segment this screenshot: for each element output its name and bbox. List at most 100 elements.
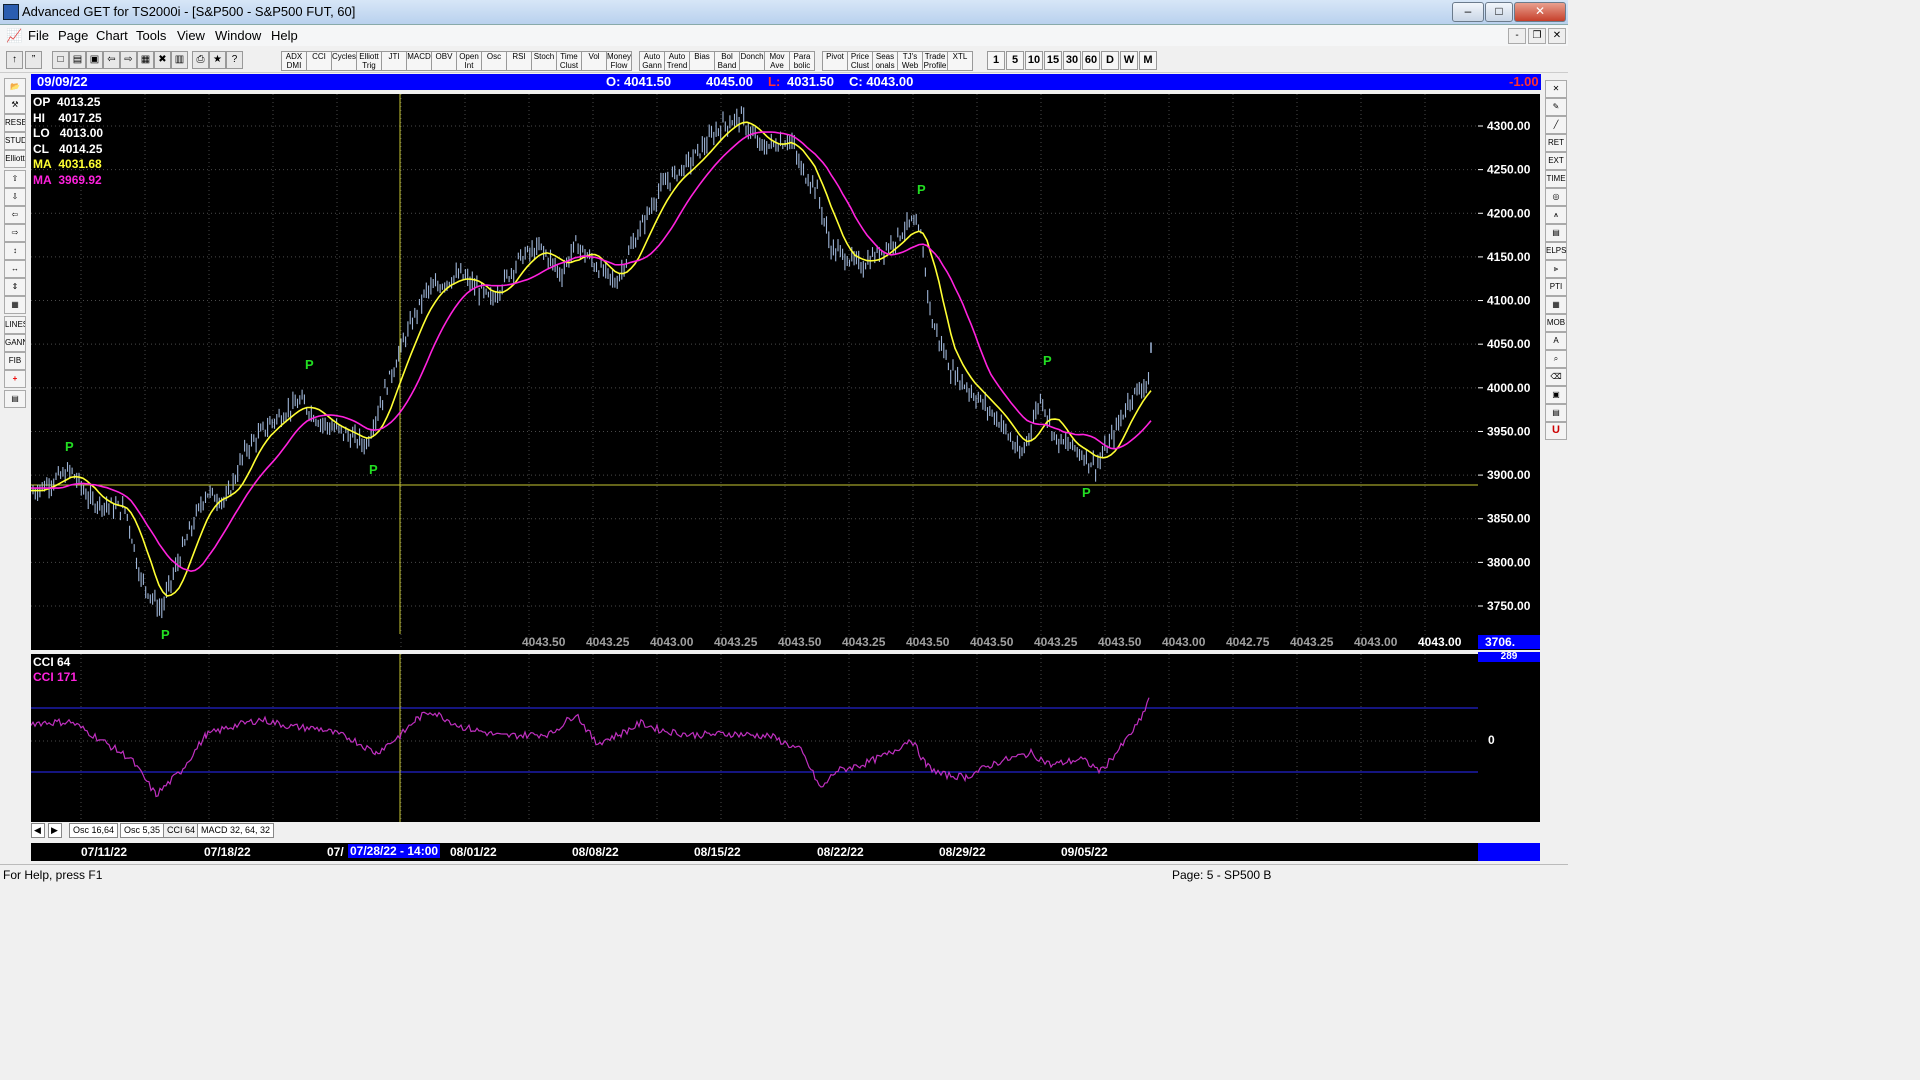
study-button[interactable]: Seas onals [872, 51, 898, 71]
delete-icon[interactable]: ✖ [154, 51, 171, 69]
study-button[interactable]: Cycles [331, 51, 357, 71]
menu-window[interactable]: Window [215, 28, 261, 43]
text-tool-icon[interactable]: A [1545, 332, 1567, 350]
timeframe-button[interactable]: 1 [987, 51, 1005, 70]
tab-scroll-left[interactable]: ◀ [31, 823, 45, 838]
pencil-icon[interactable]: ✎ [1545, 98, 1567, 116]
study-button[interactable]: Open Int [456, 51, 482, 71]
study-button[interactable]: Time Clust [556, 51, 582, 71]
tab-macd[interactable]: MACD 32, 64, 32 [197, 823, 275, 838]
menu-help[interactable]: Help [271, 28, 298, 43]
quote-tool-icon[interactable]: ” [25, 51, 42, 69]
mdi-close-button[interactable]: ✕ [1548, 28, 1566, 44]
timeframe-button[interactable]: 60 [1082, 51, 1100, 70]
cursor-tool-icon[interactable]: ↑ [6, 51, 23, 69]
study-button[interactable]: Donch [739, 51, 765, 71]
study-button[interactable]: Elliott Trig [356, 51, 382, 71]
price-axis[interactable]: 4300.00 4250.00 4200.00 4150.00 4100.00 4050.… [1478, 94, 1540, 650]
arrow-up-icon[interactable]: ⇧ [4, 170, 26, 188]
gann-icon[interactable]: GANN [4, 334, 26, 352]
maximize-button[interactable]: □ [1485, 2, 1513, 22]
calculator-icon[interactable]: ▣ [1545, 386, 1567, 404]
close-button[interactable]: ✕ [1514, 2, 1566, 22]
magnify-icon[interactable]: ⌕ [1545, 350, 1567, 368]
grid-toggle-icon[interactable]: ▦ [4, 296, 26, 314]
fib-icon[interactable]: FIB [4, 352, 26, 370]
study-button[interactable]: ADX DMI [281, 51, 307, 71]
timeframe-button[interactable]: D [1101, 51, 1119, 70]
new-icon[interactable]: □ [52, 51, 69, 69]
study-icon[interactable]: STUDY [4, 132, 26, 150]
elliott-icon[interactable]: Elliott [4, 150, 26, 168]
print-icon[interactable]: ⎙ [192, 51, 209, 69]
channel-icon[interactable]: ▤ [1545, 224, 1567, 242]
study-button[interactable]: OBV [431, 51, 457, 71]
arrow-left-icon[interactable]: ⇦ [4, 206, 26, 224]
study-button[interactable]: RSI [506, 51, 532, 71]
menu-view[interactable]: View [177, 28, 205, 43]
study-button[interactable]: Stoch [531, 51, 557, 71]
cci-panel[interactable]: CCI 64 CCI 171 [31, 654, 1478, 822]
expand-horizontal-icon[interactable]: ↔ [4, 260, 26, 278]
circle-icon[interactable]: ◎ [1545, 188, 1567, 206]
timeframe-button[interactable]: 5 [1006, 51, 1024, 70]
study-button[interactable]: XTL [947, 51, 973, 71]
table-icon[interactable]: ▦ [1545, 296, 1567, 314]
forward-icon[interactable]: ⇨ [120, 51, 137, 69]
menu-chart[interactable]: Chart [96, 28, 128, 43]
arrow-down-icon[interactable]: ⇩ [4, 188, 26, 206]
study-button[interactable]: TJ's Web [897, 51, 923, 71]
tab-osc-5-35[interactable]: Osc 5,35 [120, 823, 165, 838]
save-icon[interactable]: ▣ [86, 51, 103, 69]
study-button[interactable]: Trade Profile [922, 51, 948, 71]
study-button[interactable]: JTI [381, 51, 407, 71]
help-icon[interactable]: ? [226, 51, 243, 69]
study-button[interactable]: CCI [306, 51, 332, 71]
tab-osc-16-64[interactable]: Osc 16,64 [69, 823, 119, 838]
properties-icon[interactable]: ▤ [4, 390, 26, 408]
tab-scroll-right[interactable]: ▶ [48, 823, 62, 838]
doc-menu-icon[interactable]: 📈 [6, 28, 22, 44]
fib-time-icon[interactable]: TIME [1545, 170, 1567, 188]
lines-icon[interactable]: LINES [4, 316, 26, 334]
grid-icon[interactable]: ▦ [137, 51, 154, 69]
fib-ext-icon[interactable]: EXT [1545, 152, 1567, 170]
timeframe-button[interactable]: 10 [1025, 51, 1043, 70]
close-tool-icon[interactable]: ✕ [1545, 80, 1567, 98]
folder-icon[interactable]: 📂 [4, 78, 26, 96]
trendline-icon[interactable]: ╱ [1545, 116, 1567, 134]
back-icon[interactable]: ⇦ [103, 51, 120, 69]
compress-icon[interactable]: ↕ [4, 242, 26, 260]
layout-icon[interactable]: ▥ [171, 51, 188, 69]
study-button[interactable]: Para bolic [789, 51, 815, 71]
price-chart[interactable]: P P P P P P P 4043.50 4043.25 4043.00 4043.25 4043.… [31, 94, 1478, 650]
study-button[interactable]: Osc [481, 51, 507, 71]
study-button[interactable]: Auto Trend [664, 51, 690, 71]
study-button[interactable]: Bias [689, 51, 715, 71]
pti-icon[interactable]: PTI [1545, 278, 1567, 296]
hint-icon[interactable]: ★ [209, 51, 226, 69]
tab-cci-64[interactable]: CCI 64 [163, 823, 200, 838]
study-button[interactable]: Vol [581, 51, 607, 71]
study-button[interactable]: MACD [406, 51, 432, 71]
menu-page[interactable]: Page [58, 28, 88, 43]
mdi-restore-button[interactable]: ❐ [1528, 28, 1546, 44]
open-icon[interactable]: ▤ [69, 51, 86, 69]
arrow-right-icon[interactable]: ⇨ [4, 224, 26, 242]
timeframe-button[interactable]: 15 [1044, 51, 1062, 70]
page-icon[interactable]: ▤ [1545, 404, 1567, 422]
menu-file[interactable]: File [28, 28, 49, 43]
minimize-button[interactable]: ‒ [1452, 2, 1484, 22]
fib-ret-icon[interactable]: RET [1545, 134, 1567, 152]
crosshair-icon[interactable]: + [4, 370, 26, 388]
fan-icon[interactable]: ⩚ [1545, 206, 1567, 224]
study-button[interactable]: Pivot [822, 51, 848, 71]
undo-icon[interactable]: U [1545, 422, 1567, 440]
pitchfork-icon[interactable]: ⫸ [1545, 260, 1567, 278]
menu-tools[interactable]: Tools [136, 28, 166, 43]
ellipse-icon[interactable]: ELPS [1545, 242, 1567, 260]
expand-vertical-icon[interactable]: ⇕ [4, 278, 26, 296]
reset-icon[interactable]: RESET [4, 114, 26, 132]
timeframe-button[interactable]: W [1120, 51, 1138, 70]
study-button[interactable]: Auto Gann [639, 51, 665, 71]
